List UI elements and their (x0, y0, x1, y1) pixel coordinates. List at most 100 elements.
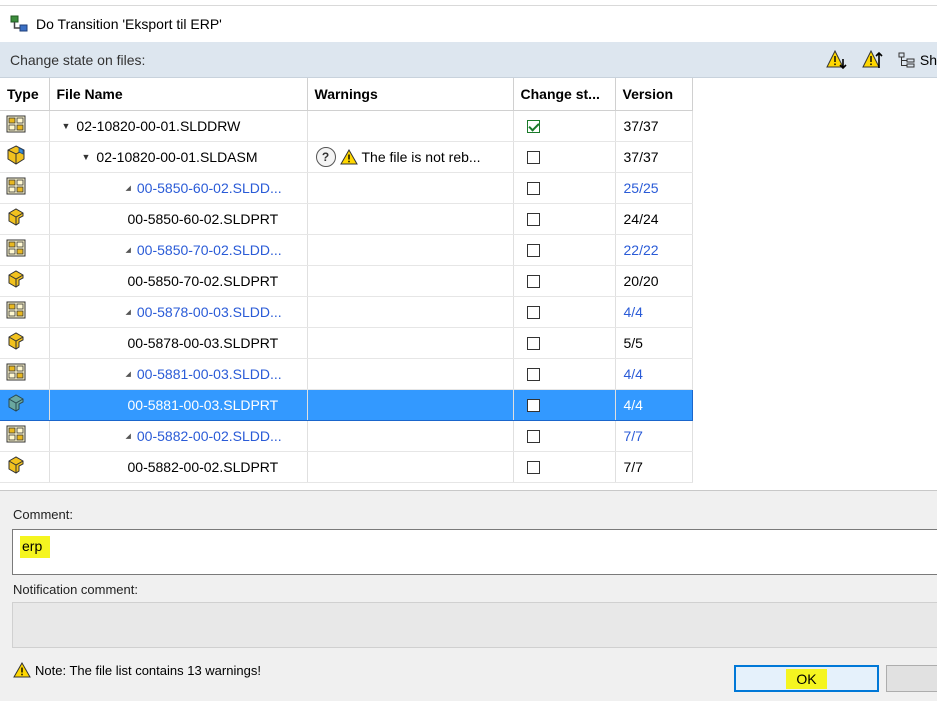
table-row[interactable]: ◢ 00-5882-00-02.SLDD... 7/7 (0, 420, 693, 452)
file-name: 00-5881-00-03.SLDPRT (127, 396, 279, 413)
file-name-cell: ◢ 00-5878-00-03.SLDD... (49, 296, 308, 328)
collapse-arrow-icon[interactable]: ◢ (126, 246, 131, 254)
part-icon (6, 394, 26, 416)
type-cell (0, 110, 50, 142)
cancel-button[interactable] (886, 665, 937, 692)
notification-comment-label: Notification comment: (13, 582, 138, 597)
notification-comment-field[interactable] (12, 602, 937, 648)
file-name: 02-10820-00-01.SLDASM (96, 148, 258, 165)
comment-field[interactable]: erp (12, 529, 937, 575)
file-name-cell: 00-5878-00-03.SLDPRT (49, 327, 308, 359)
file-name-cell: ◢ 00-5882-00-02.SLDD... (49, 420, 308, 452)
bottom-panel: Comment: erp Notification comment: Note:… (0, 490, 937, 701)
file-list-grid[interactable]: Type File Name Warnings Change st... Ver… (0, 78, 937, 490)
type-cell (0, 172, 50, 204)
type-cell (0, 420, 50, 452)
file-name: 00-5850-60-02.SLDD... (136, 179, 282, 196)
drawing-icon (6, 115, 26, 136)
change-state-checkbox[interactable] (526, 213, 540, 227)
workflow-transition-icon (10, 15, 28, 32)
version-cell: 25/25 (615, 172, 693, 204)
version-cell: 20/20 (615, 265, 693, 297)
warnings-cell (307, 388, 514, 421)
warning-up-icon (862, 49, 883, 68)
column-header-warnings[interactable]: Warnings (307, 78, 514, 111)
column-header-file-name[interactable]: File Name (49, 78, 308, 111)
table-row[interactable]: ◢ 00-5850-70-02.SLDD... 22/22 (0, 234, 693, 266)
type-cell (0, 265, 50, 297)
part-icon (6, 456, 26, 478)
version-cell: 4/4 (615, 388, 693, 421)
file-name: 00-5850-60-02.SLDPRT (127, 210, 279, 227)
version-cell: 4/4 (615, 296, 693, 328)
table-row[interactable]: 00-5878-00-03.SLDPRT 5/5 (0, 327, 693, 359)
change-state-cell (513, 451, 616, 483)
table-row[interactable]: 00-5882-00-02.SLDPRT 7/7 (0, 451, 693, 483)
change-state-cell (513, 358, 616, 390)
type-cell (0, 327, 50, 359)
collapse-arrow-icon[interactable]: ◢ (126, 432, 131, 440)
warnings-cell (307, 327, 514, 359)
change-state-checkbox[interactable] (526, 461, 540, 475)
warnings-cell (307, 234, 514, 266)
change-state-checkbox[interactable] (526, 399, 540, 413)
help-icon[interactable]: ? (315, 146, 336, 167)
file-name-cell: 00-5850-70-02.SLDPRT (49, 265, 308, 297)
version-cell: 22/22 (615, 234, 693, 266)
warning-text: The file is not reb... (361, 148, 481, 165)
window-title: Do Transition 'Eksport til ERP' (36, 16, 222, 32)
table-row[interactable]: 00-5850-60-02.SLDPRT 24/24 (0, 203, 693, 235)
file-name-cell: ▼ 02-10820-00-01.SLDDRW (49, 110, 308, 142)
warnings-cell (307, 110, 514, 142)
version-cell: 5/5 (615, 327, 693, 359)
change-state-checkbox[interactable] (526, 368, 540, 382)
column-header-change-state[interactable]: Change st... (513, 78, 616, 111)
table-row[interactable]: ◢ 00-5878-00-03.SLDD... 4/4 (0, 296, 693, 328)
change-state-cell (513, 296, 616, 328)
change-state-checkbox[interactable] (526, 244, 540, 258)
warnings-cell (307, 203, 514, 235)
file-name-cell: ◢ 00-5850-70-02.SLDD... (49, 234, 308, 266)
table-row[interactable]: ▼ 02-10820-00-01.SLDASM? The file is not r… (0, 141, 693, 173)
collapse-arrow-icon[interactable]: ◢ (126, 370, 131, 378)
assembly-icon (6, 145, 26, 168)
expand-arrow-icon[interactable]: ▼ (82, 152, 91, 162)
tree-icon (898, 52, 915, 67)
warnings-cell: ? The file is not reb... (307, 141, 514, 173)
change-state-checkbox[interactable] (526, 275, 540, 289)
warning-note-text: Note: The file list contains 13 warnings… (35, 662, 261, 678)
warning-down-icon (826, 49, 847, 69)
expand-arrow-icon[interactable]: ▼ (62, 121, 71, 131)
change-state-checkbox[interactable] (526, 337, 540, 351)
warning-icon (13, 662, 31, 678)
collapse-arrow-icon[interactable]: ◢ (126, 308, 131, 316)
part-icon (6, 332, 26, 354)
change-state-checkbox[interactable] (526, 306, 540, 320)
change-state-checkbox[interactable] (526, 151, 540, 165)
collapse-arrow-icon[interactable]: ◢ (126, 184, 131, 192)
column-header-type[interactable]: Type (0, 78, 50, 111)
type-cell (0, 358, 50, 390)
change-state-checkbox[interactable] (526, 182, 540, 196)
table-row[interactable]: ◢ 00-5881-00-03.SLDD... 4/4 (0, 358, 693, 390)
version-cell: 37/37 (615, 141, 693, 173)
column-header-version[interactable]: Version (615, 78, 693, 111)
table-row[interactable]: ◢ 00-5850-60-02.SLDD... 25/25 (0, 172, 693, 204)
file-name: 02-10820-00-01.SLDDRW (76, 117, 241, 134)
change-state-checkbox[interactable] (526, 120, 540, 134)
file-name-cell: 00-5881-00-03.SLDPRT (49, 388, 308, 421)
next-warning-button[interactable] (826, 49, 848, 71)
warnings-cell (307, 296, 514, 328)
ok-button[interactable]: OK (734, 665, 879, 692)
change-state-label: Change state on files: (10, 51, 146, 68)
previous-warning-button[interactable] (862, 49, 884, 71)
show-tree-button[interactable]: Sh (898, 51, 937, 69)
table-row[interactable]: 00-5850-70-02.SLDPRT 20/20 (0, 265, 693, 297)
change-state-checkbox[interactable] (526, 430, 540, 444)
file-name: 00-5882-00-02.SLDD... (136, 427, 282, 444)
file-name: 00-5850-70-02.SLDD... (136, 241, 282, 258)
warnings-cell (307, 420, 514, 452)
table-row[interactable]: ▼ 02-10820-00-01.SLDDRW 37/37 (0, 110, 693, 142)
file-name-cell: ◢ 00-5850-60-02.SLDD... (49, 172, 308, 204)
table-row[interactable]: 00-5881-00-03.SLDPRT 4/4 (0, 388, 693, 421)
